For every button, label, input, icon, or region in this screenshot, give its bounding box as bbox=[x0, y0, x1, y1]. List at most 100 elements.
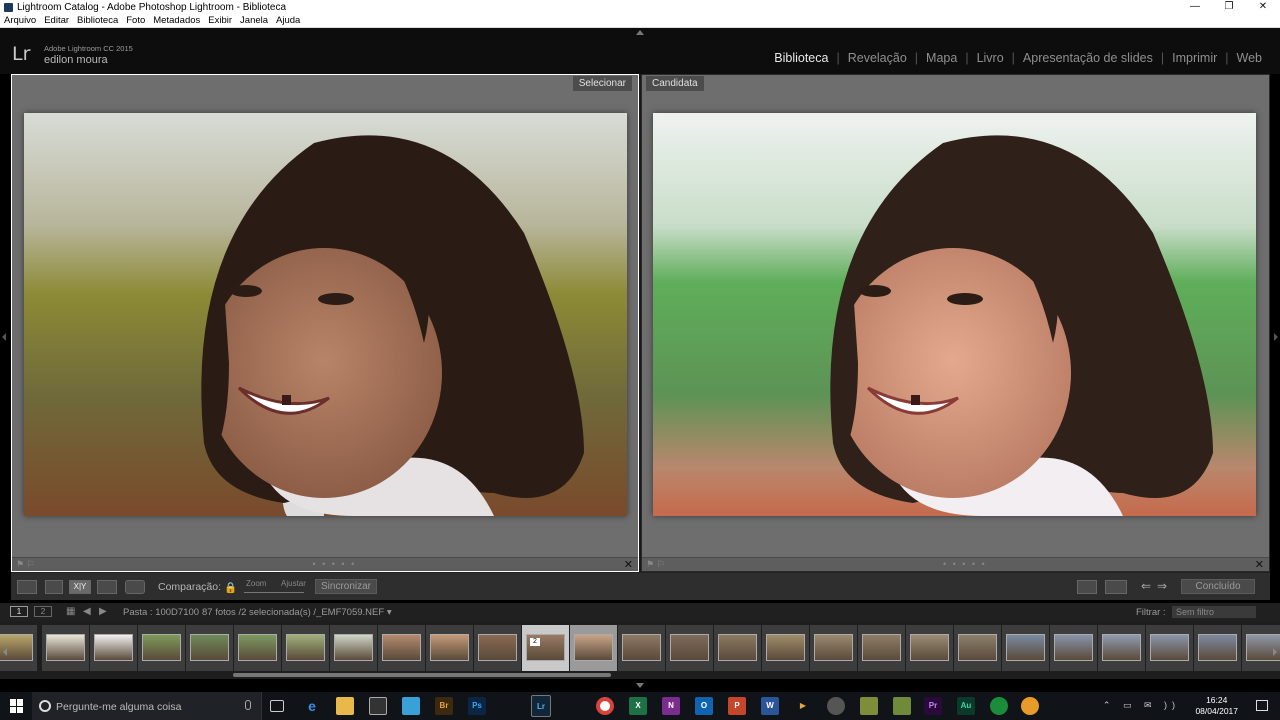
start-icon[interactable] bbox=[10, 699, 24, 713]
make-select-icon[interactable] bbox=[1105, 580, 1127, 594]
excel-icon[interactable]: X bbox=[629, 697, 647, 715]
grid-view-icon[interactable] bbox=[17, 580, 37, 594]
menu-biblioteca[interactable]: Biblioteca bbox=[77, 15, 118, 26]
filter-dropdown[interactable]: Sem filtro bbox=[1172, 606, 1256, 618]
app-icon[interactable] bbox=[1021, 697, 1039, 715]
filmstrip-thumbnail[interactable] bbox=[234, 625, 281, 671]
select-pane[interactable]: Selecionar ⚑ ⚐ • • • • • ✕ bbox=[11, 74, 639, 572]
premiere-icon[interactable]: Pr bbox=[924, 697, 942, 715]
camera-app-icon[interactable] bbox=[827, 697, 845, 715]
rating-dots[interactable]: • • • • • bbox=[943, 559, 987, 569]
filmstrip-thumbnail[interactable] bbox=[618, 625, 665, 671]
zoom-slider[interactable] bbox=[244, 592, 304, 593]
people-view-icon[interactable] bbox=[125, 580, 145, 594]
module-imprimir[interactable]: Imprimir bbox=[1164, 51, 1225, 65]
audition-icon[interactable]: Au bbox=[957, 697, 975, 715]
folder-source[interactable]: Pasta : 100D7100 bbox=[123, 607, 199, 618]
module-mapa[interactable]: Mapa bbox=[918, 51, 965, 65]
done-button[interactable]: Concluído bbox=[1181, 579, 1255, 594]
task-view-icon[interactable] bbox=[270, 700, 284, 712]
filmstrip-thumbnail[interactable] bbox=[762, 625, 809, 671]
app-icon[interactable] bbox=[893, 697, 911, 715]
collapse-right-panel-arrow[interactable] bbox=[1274, 333, 1278, 341]
previous-arrow-icon[interactable]: ⇐ bbox=[1141, 579, 1151, 593]
flag-icons[interactable]: ⚑ ⚐ bbox=[646, 559, 665, 570]
filmstrip-thumbnail[interactable] bbox=[1002, 625, 1049, 671]
menu-metadados[interactable]: Metadados bbox=[153, 15, 200, 26]
download-app-icon[interactable] bbox=[990, 697, 1008, 715]
swap-icon[interactable] bbox=[1077, 580, 1097, 594]
filmstrip-thumbnail[interactable] bbox=[1098, 625, 1145, 671]
filmstrip-thumbnail[interactable] bbox=[282, 625, 329, 671]
module-biblioteca[interactable]: Biblioteca bbox=[766, 51, 836, 65]
filmstrip-scrollbar[interactable] bbox=[233, 673, 611, 677]
sync-button[interactable]: Sincronizar bbox=[315, 579, 377, 594]
minimize-button[interactable]: — bbox=[1178, 0, 1212, 14]
compare-view-icon[interactable]: X|Y bbox=[69, 580, 91, 594]
filmstrip-thumbnail[interactable] bbox=[1194, 625, 1241, 671]
notification-icon[interactable] bbox=[1256, 700, 1268, 711]
back-arrow-icon[interactable]: ◀ bbox=[83, 606, 91, 617]
filmstrip-thumbnail[interactable] bbox=[186, 625, 233, 671]
filmstrip-thumbnail[interactable] bbox=[378, 625, 425, 671]
system-tray-icons[interactable]: ⌃ ▭ ✉ )) bbox=[1103, 700, 1180, 711]
store-icon[interactable] bbox=[369, 697, 387, 715]
survey-view-icon[interactable] bbox=[97, 580, 117, 594]
menu-editar[interactable]: Editar bbox=[44, 15, 69, 26]
secondary-window-button[interactable]: 2 bbox=[34, 606, 52, 617]
video-player-icon[interactable]: ▶ bbox=[794, 697, 812, 715]
filmstrip-thumbnail[interactable] bbox=[714, 625, 761, 671]
outlook-icon[interactable]: O bbox=[695, 697, 713, 715]
candidate-pane[interactable]: Candidata ⚑ ⚐ • • • • • ✕ bbox=[641, 74, 1270, 572]
select-photo[interactable] bbox=[24, 113, 627, 516]
filmstrip-thumbnail[interactable] bbox=[330, 625, 377, 671]
filmstrip-thumbnail[interactable] bbox=[90, 625, 137, 671]
close-window-button[interactable]: ✕ bbox=[1246, 0, 1280, 14]
rating-dots[interactable]: • • • • • bbox=[312, 559, 356, 569]
edge-icon[interactable]: e bbox=[303, 697, 321, 715]
filmstrip-thumbnail[interactable] bbox=[570, 625, 617, 671]
chrome-icon[interactable] bbox=[596, 697, 614, 715]
menu-janela[interactable]: Janela bbox=[240, 15, 268, 26]
filmstrip-thumbnail[interactable] bbox=[426, 625, 473, 671]
word-icon[interactable]: W bbox=[761, 697, 779, 715]
collapse-filmstrip-arrow[interactable] bbox=[636, 683, 644, 688]
module-web[interactable]: Web bbox=[1229, 51, 1270, 65]
menu-exibir[interactable]: Exibir bbox=[208, 15, 232, 26]
file-explorer-icon[interactable] bbox=[336, 697, 354, 715]
module-livro[interactable]: Livro bbox=[969, 51, 1012, 65]
collapse-top-panel-arrow[interactable] bbox=[636, 30, 644, 35]
filmstrip-thumbnail[interactable] bbox=[474, 625, 521, 671]
flag-icons[interactable]: ⚑ ⚐ bbox=[16, 559, 35, 570]
powerpoint-icon[interactable]: P bbox=[728, 697, 746, 715]
filmstrip-thumbnail[interactable] bbox=[42, 625, 89, 671]
close-select-icon[interactable]: ✕ bbox=[624, 558, 633, 571]
filmstrip-thumbnail[interactable] bbox=[666, 625, 713, 671]
photoshop-icon[interactable]: Ps bbox=[468, 697, 486, 715]
main-window-button[interactable]: 1 bbox=[10, 606, 28, 617]
module-revelacao[interactable]: Revelação bbox=[840, 51, 915, 65]
filmstrip-thumbnail[interactable] bbox=[906, 625, 953, 671]
microphone-icon[interactable] bbox=[245, 700, 251, 710]
image-app-icon[interactable] bbox=[402, 697, 420, 715]
filmstrip-left-arrow[interactable] bbox=[3, 648, 7, 656]
filmstrip-right-arrow[interactable] bbox=[1273, 648, 1277, 656]
filmstrip-thumbnail[interactable] bbox=[138, 625, 185, 671]
next-arrow-icon[interactable]: ⇒ bbox=[1157, 579, 1167, 593]
bridge-icon[interactable]: Br bbox=[435, 697, 453, 715]
app-icon[interactable] bbox=[860, 697, 878, 715]
filmstrip-thumbnail[interactable] bbox=[858, 625, 905, 671]
filmstrip-thumbnail[interactable] bbox=[810, 625, 857, 671]
menu-ajuda[interactable]: Ajuda bbox=[276, 15, 300, 26]
candidate-photo[interactable] bbox=[653, 113, 1256, 516]
loupe-view-icon[interactable] bbox=[45, 580, 63, 594]
filmstrip-thumbnail[interactable] bbox=[954, 625, 1001, 671]
grid-icon[interactable]: ▦ bbox=[66, 606, 75, 617]
cortana-search[interactable]: Pergunte-me alguma coisa bbox=[32, 692, 262, 720]
forward-arrow-icon[interactable]: ▶ bbox=[99, 606, 107, 617]
selection-count[interactable]: 87 fotos /2 selecionada(s) /_EMF7059.NEF… bbox=[202, 607, 392, 618]
close-candidate-icon[interactable]: ✕ bbox=[1255, 558, 1264, 571]
lightroom-icon[interactable]: Lr bbox=[531, 695, 551, 717]
menu-arquivo[interactable]: Arquivo bbox=[4, 15, 36, 26]
restore-button[interactable]: ❐ bbox=[1212, 0, 1246, 14]
